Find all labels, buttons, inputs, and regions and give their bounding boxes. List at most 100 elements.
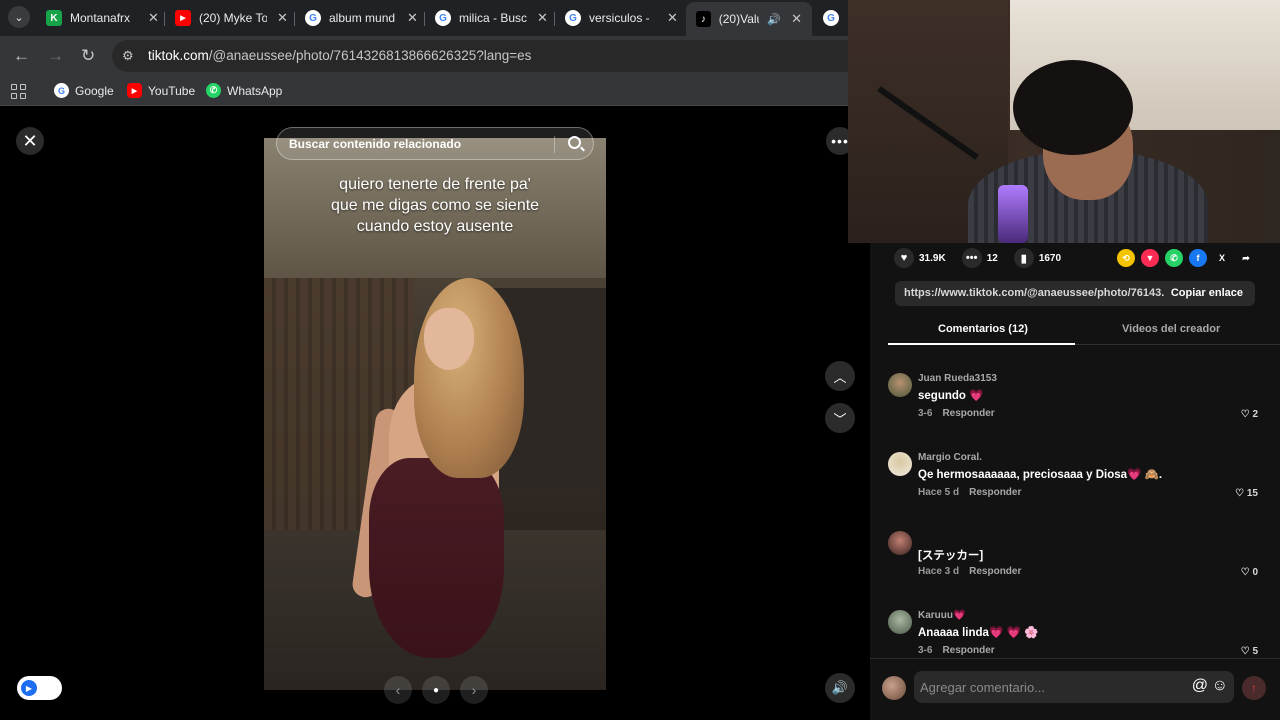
photo-viewer: ✕ ••• quiero tenerte de frente pa' que m… bbox=[0, 110, 870, 720]
avatar[interactable] bbox=[888, 373, 912, 397]
whatsapp-icon[interactable]: ✆ bbox=[1165, 249, 1183, 267]
google-icon: G bbox=[54, 83, 69, 98]
autoscroll-toggle[interactable]: ▶ bbox=[17, 676, 62, 700]
comment-user[interactable]: Juan Rueda3153 bbox=[918, 373, 997, 384]
tab-3[interactable]: G milica - Busc ✕ bbox=[435, 4, 548, 32]
tab-search-chevron-icon[interactable]: ⌄ bbox=[8, 6, 30, 28]
send-icon[interactable]: ▼ bbox=[1141, 249, 1159, 267]
reply-button[interactable]: Responder bbox=[942, 408, 994, 419]
close-tab-icon[interactable]: ✕ bbox=[537, 10, 548, 26]
close-viewer-button[interactable]: ✕ bbox=[16, 127, 44, 155]
close-tab-icon[interactable]: ✕ bbox=[667, 10, 678, 26]
reply-button[interactable]: Responder bbox=[969, 566, 1021, 577]
kick-icon: K bbox=[46, 10, 62, 26]
whatsapp-icon: ✆ bbox=[206, 83, 221, 98]
related-search-input[interactable]: Buscar contenido relacionado bbox=[276, 127, 594, 160]
comment-user[interactable]: Karuuu💗 bbox=[918, 610, 965, 621]
previous-post-button[interactable]: ︿ bbox=[825, 361, 855, 391]
comments-panel: ♥ 31.9K ••• 12 ▮ 1670 ⟲ ▼ ✆ f X ➦ https:… bbox=[870, 243, 1280, 720]
like-stat[interactable]: ♥ 31.9K bbox=[894, 248, 946, 268]
reply-button[interactable]: Responder bbox=[942, 645, 994, 656]
share-url: https://www.tiktok.com/@anaeussee/photo/… bbox=[904, 287, 1164, 299]
google-icon: G bbox=[305, 10, 321, 26]
tab-1[interactable]: ▶ (20) Myke To ✕ bbox=[175, 4, 288, 32]
chevron-down-icon: ﹀ bbox=[833, 411, 847, 427]
arrow-up-icon: ↑ bbox=[1251, 681, 1257, 695]
share-link-bar: https://www.tiktok.com/@anaeussee/photo/… bbox=[895, 281, 1255, 306]
avatar[interactable] bbox=[888, 610, 912, 634]
comment-text: [ステッカー] bbox=[918, 550, 984, 562]
tab-6[interactable]: G bbox=[823, 4, 847, 32]
close-tab-icon[interactable]: ✕ bbox=[148, 10, 159, 26]
next-post-button[interactable]: ﹀ bbox=[825, 403, 855, 433]
facebook-icon[interactable]: f bbox=[1189, 249, 1207, 267]
page-dot: ● bbox=[422, 676, 450, 704]
tab-comments[interactable]: Comentarios (12) bbox=[938, 323, 1028, 335]
mention-icon[interactable]: @ bbox=[1192, 677, 1208, 695]
search-icon[interactable] bbox=[568, 136, 581, 149]
photo-slide: quiero tenerte de frente pa' que me diga… bbox=[264, 138, 606, 690]
comment-user[interactable]: Margio Coral. bbox=[918, 452, 982, 463]
x-icon[interactable]: X bbox=[1213, 249, 1231, 267]
bookmark-google[interactable]: G Google bbox=[54, 83, 114, 98]
comment-like-button[interactable]: ♡ 2 bbox=[1241, 409, 1258, 420]
avatar[interactable] bbox=[888, 452, 912, 476]
tab-4[interactable]: G versiculos - ✕ bbox=[565, 4, 678, 32]
comment-input[interactable]: Agregar comentario... @ ☺ bbox=[914, 671, 1234, 703]
comment-item: [ステッカー] Hace 3 d Responder ♡ 0 bbox=[888, 531, 1268, 591]
volume-button[interactable]: 🔊 bbox=[825, 673, 855, 703]
repost-icon[interactable]: ⟲ bbox=[1117, 249, 1135, 267]
google-icon: G bbox=[565, 10, 581, 26]
tab-title: versiculos - bbox=[589, 11, 650, 25]
emoji-icon[interactable]: ☺ bbox=[1212, 677, 1228, 695]
reload-icon[interactable]: ↻ bbox=[81, 46, 95, 66]
next-photo-button[interactable]: › bbox=[460, 676, 488, 704]
comment-placeholder: Agregar comentario... bbox=[920, 680, 1046, 695]
address-bar[interactable]: ⚙ tiktok.com/@anaeussee/photo/7614326813… bbox=[112, 40, 850, 72]
google-icon: G bbox=[823, 10, 839, 26]
avatar[interactable] bbox=[888, 531, 912, 555]
site-info-icon[interactable]: ⚙ bbox=[122, 48, 134, 64]
tab-5-active[interactable]: ♪ (20)Valu 🔊 ✕ bbox=[686, 2, 812, 36]
prev-photo-button[interactable]: ‹ bbox=[384, 676, 412, 704]
tiktok-icon: ♪ bbox=[696, 11, 711, 27]
tab-0[interactable]: K Montanafrx ✕ bbox=[46, 4, 159, 32]
more-dots-icon: ••• bbox=[831, 133, 849, 149]
tab-2[interactable]: G album mund ✕ bbox=[305, 4, 418, 32]
comment-text: Anaaaa linda💗 💗 🌸 bbox=[918, 627, 1039, 639]
avatar bbox=[882, 676, 906, 700]
copy-link-button[interactable]: Copiar enlace bbox=[1171, 287, 1243, 299]
send-comment-button[interactable]: ↑ bbox=[1242, 676, 1266, 700]
close-tab-icon[interactable]: ✕ bbox=[407, 10, 418, 26]
tab-creator-videos[interactable]: Videos del creador bbox=[1122, 323, 1220, 335]
chevron-up-icon: ︿ bbox=[833, 369, 847, 385]
tab-title: Montanafrx bbox=[70, 11, 131, 25]
close-tab-icon[interactable]: ✕ bbox=[791, 11, 802, 27]
comment-like-button[interactable]: ♡ 5 bbox=[1241, 646, 1258, 657]
apps-grid-icon[interactable] bbox=[11, 84, 26, 99]
heart-icon: ♥ bbox=[894, 248, 914, 268]
photo-caption: quiero tenerte de frente pa' que me diga… bbox=[330, 176, 540, 235]
google-icon: G bbox=[435, 10, 451, 26]
bookmark-youtube[interactable]: ▶ YouTube bbox=[127, 83, 195, 98]
save-stat[interactable]: ▮ 1670 bbox=[1013, 248, 1061, 268]
screen: ⌄ K Montanafrx ✕ ▶ (20) Myke To ✕ G albu… bbox=[0, 0, 1280, 720]
browser-tab-bar: ⌄ K Montanafrx ✕ ▶ (20) Myke To ✕ G albu… bbox=[0, 0, 850, 36]
search-placeholder: Buscar contenido relacionado bbox=[289, 137, 462, 151]
speaker-icon[interactable]: 🔊 bbox=[767, 13, 781, 26]
tab-title: milica - Busc bbox=[459, 11, 527, 25]
reply-button[interactable]: Responder bbox=[969, 487, 1021, 498]
comment-stat[interactable]: ••• 12 bbox=[961, 248, 998, 268]
bookmark-whatsapp[interactable]: ✆ WhatsApp bbox=[206, 83, 282, 98]
comment-bubble-icon: ••• bbox=[961, 248, 982, 268]
close-tab-icon[interactable]: ✕ bbox=[277, 10, 288, 26]
address-text: tiktok.com/@anaeussee/photo/761432681386… bbox=[148, 48, 532, 63]
comment-text: Qe hermosaaaaaa, preciosaaa y Diosa💗 🙈. bbox=[918, 469, 1163, 481]
tab-title: album mund bbox=[329, 11, 396, 25]
comment-like-button[interactable]: ♡ 15 bbox=[1235, 488, 1258, 499]
share-arrow-icon[interactable]: ➦ bbox=[1237, 249, 1255, 267]
bookmark-icon: ▮ bbox=[1013, 248, 1034, 268]
comment-like-button[interactable]: ♡ 0 bbox=[1241, 567, 1258, 578]
back-arrow-icon[interactable]: ← bbox=[13, 46, 30, 66]
forward-arrow-icon[interactable]: → bbox=[47, 46, 64, 66]
